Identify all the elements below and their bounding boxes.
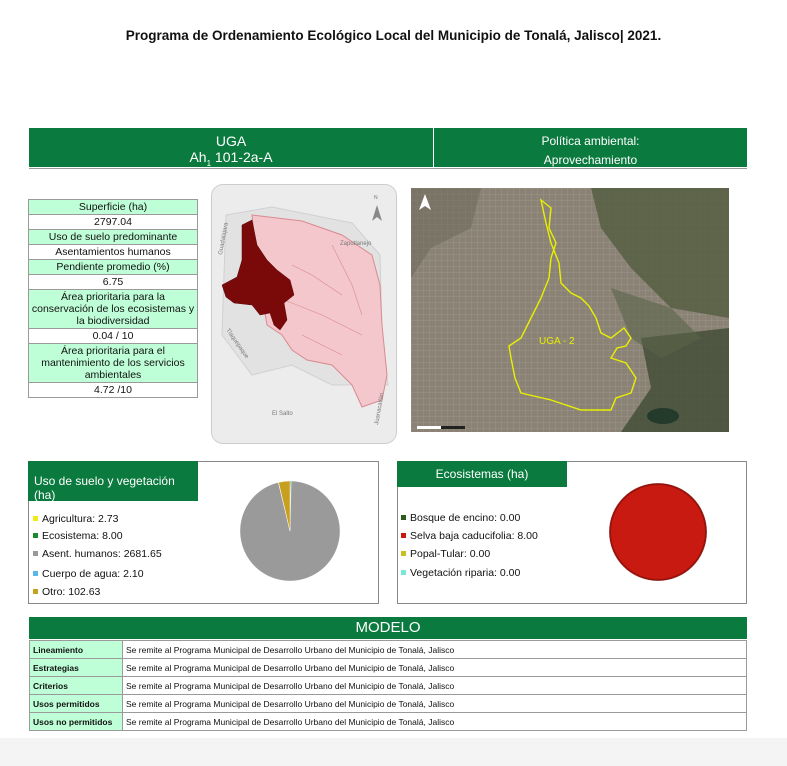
row-key: Estrategias [29,658,123,677]
attr-label: Área prioritaria para la conservación de… [28,289,198,329]
legend-swatch [401,533,406,538]
row-value: Se remite al Programa Municipal de Desar… [122,694,747,713]
table-row: Estrategias Se remite al Programa Municip… [29,658,747,677]
attr-label: Pendiente promedio (%) [28,259,198,275]
uga-map-label: UGA - 2 [539,336,575,347]
legend-swatch [33,516,38,521]
locator-map: Guadalajara Zapotlanejo Tlaquepaque El S… [211,184,397,444]
row-key: Usos no permitidos [29,712,123,731]
legend-swatch [33,551,38,556]
legend-swatch [33,571,38,576]
row-value: Se remite al Programa Municipal de Desar… [122,676,747,695]
row-key: Criterios [29,676,123,695]
policy-label: Política ambiental: [541,134,640,148]
legend-swatch [33,533,38,538]
attr-value: 6.75 [28,274,198,290]
table-row: Usos permitidos Se remite al Programa Mun… [29,694,747,713]
legend-item: Asent. humanos: 2681.65 [33,548,162,560]
row-value: Se remite al Programa Municipal de Desar… [122,640,747,659]
table-row: Criterios Se remite al Programa Municipal… [29,676,747,695]
document-title: Programa de Ordenamiento Ecológico Local… [125,28,662,43]
attr-value: Asentamientos humanos [28,244,198,260]
row-key: Lineamiento [29,640,123,659]
locator-map-drawing: Guadalajara Zapotlanejo Tlaquepaque El S… [212,185,396,443]
legend-item: Agricultura: 2.73 [33,513,118,525]
attr-label: Uso de suelo predominante [28,229,198,245]
map-label: El Salto [272,411,293,417]
policy-value: Aprovechamiento [543,153,638,167]
header-divider [29,168,747,169]
legend-swatch [33,589,38,594]
scale-bar [417,426,465,429]
legend-item: Otro: 102.63 [33,586,100,598]
legend-item: Popal-Tular: 0.00 [401,548,490,560]
legend-item: Cuerpo de agua: 2.10 [33,568,144,580]
legend-swatch [401,551,406,556]
ecosistemas-title: Ecosistemas (ha) [397,461,567,487]
legend-swatch [401,570,406,575]
uga-label: UGA [215,133,247,149]
legend-item: Selva baja caducifolia: 8.00 [401,530,538,542]
legend-item: Vegetación riparia: 0.00 [401,567,520,579]
row-key: Usos permitidos [29,694,123,713]
attr-value: 2797.04 [28,214,198,230]
attr-value: 4.72 /10 [28,382,198,398]
legend-item: Ecosistema: 8.00 [33,530,123,542]
modelo-title: MODELO [29,617,747,639]
page-bottom-strip [0,738,787,766]
policy-header: Política ambiental: Aprovechamiento [434,128,747,167]
map-label: Zapotlanejo [340,241,372,247]
satellite-map: UGA - 2 [411,188,729,432]
legend-swatch [401,515,406,520]
attributes-table: Superficie (ha) 2797.04 Uso de suelo pre… [28,199,198,398]
table-row: Lineamiento Se remite al Programa Municip… [29,640,747,659]
modelo-table: Lineamiento Se remite al Programa Municip… [29,640,747,731]
attr-label: Área prioritaria para el mantenimiento d… [28,343,198,383]
uso-suelo-pie-chart [239,480,341,582]
legend-item: Bosque de encino: 0.00 [401,512,520,524]
attr-value: 0.04 / 10 [28,328,198,344]
satellite-map-drawing: UGA - 2 [411,188,729,432]
svg-text:N: N [374,195,378,201]
uso-suelo-title: Uso de suelo y vegetación (ha) [28,461,198,502]
ecosistemas-pie-chart [608,482,708,582]
uga-header: UGA Ah1 101-2a-A [29,128,434,168]
row-value: Se remite al Programa Municipal de Desar… [122,658,747,677]
table-row: Usos no permitidos Se remite al Programa … [29,712,747,731]
row-value: Se remite al Programa Municipal de Desar… [122,712,747,731]
attr-label: Superficie (ha) [28,199,198,215]
